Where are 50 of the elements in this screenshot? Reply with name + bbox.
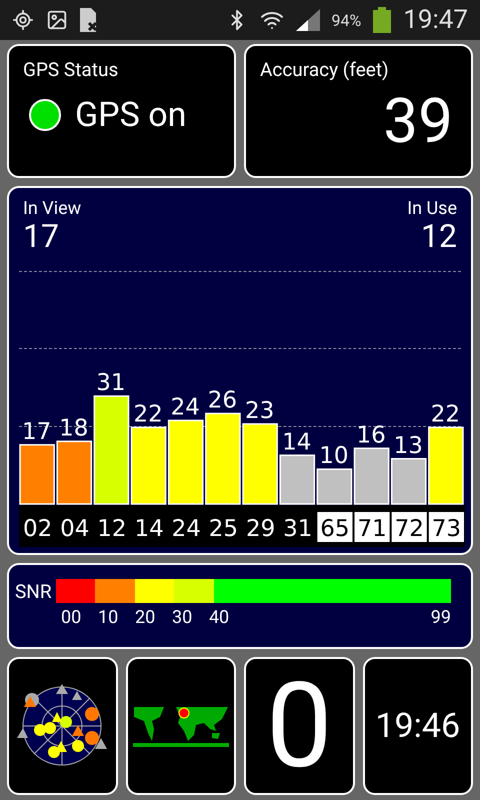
satellite-id: 71 [354, 512, 390, 542]
satellite-id: 12 [97, 516, 127, 542]
satellite-id: 73 [428, 512, 464, 542]
snr-value: 22 [133, 402, 163, 428]
satellite-id: 31 [283, 516, 312, 542]
satellite-id: 29 [246, 516, 276, 542]
snr-value: 14 [282, 429, 312, 456]
snr-value: 31 [96, 370, 126, 396]
snr-value: 26 [208, 388, 238, 414]
image-icon [46, 9, 68, 31]
satellite-id: 02 [22, 516, 52, 542]
in-view-label: In View [23, 198, 82, 219]
battery-icon [373, 7, 392, 33]
location-icon [12, 9, 34, 31]
snr-scale-label: 99 [430, 607, 452, 628]
snr-scale-label: 10 [98, 607, 118, 628]
in-view-count: 17 [23, 219, 59, 254]
satellite-id: 24 [172, 516, 201, 542]
accuracy-value: 39 [383, 84, 454, 153]
fix-time: 19:46 [375, 709, 460, 743]
snr-scale-label: 40 [208, 607, 230, 628]
snr-value: 16 [356, 422, 386, 448]
snr-value: 18 [59, 416, 88, 442]
sim-card-icon [80, 8, 98, 32]
card-title: GPS Status [22, 57, 120, 81]
battery-percent: 94% [332, 10, 362, 30]
signal-icon [296, 9, 320, 31]
in-use-count: 12 [421, 219, 457, 254]
snr-scale-label: 00 [61, 607, 82, 628]
snr-value: 24 [170, 394, 200, 421]
in-use-label: In Use [407, 198, 457, 219]
clock: 19:47 [403, 5, 468, 35]
satellite-id: 14 [134, 516, 164, 542]
satellite-id: 25 [208, 516, 238, 542]
satellite-id: 04 [60, 516, 90, 542]
snr-value: 10 [319, 443, 349, 470]
snr-scale-label: 30 [172, 607, 192, 628]
counter-value: 0 [266, 667, 332, 785]
card-title: Accuracy (feet) [259, 57, 390, 81]
snr-scale-label: 20 [134, 607, 156, 628]
snr-value: 17 [22, 419, 52, 446]
sky-view-card[interactable] [7, 657, 118, 795]
snr-value: 22 [430, 402, 460, 428]
world-map-card[interactable] [126, 657, 236, 795]
snr-value: 13 [394, 432, 423, 459]
satellite-id: 72 [392, 512, 427, 542]
gps-status-text: GPS on [75, 95, 186, 135]
satellite-id: 65 [317, 512, 352, 542]
snr-value: 23 [244, 398, 274, 424]
snr-title: SNR [15, 580, 52, 602]
